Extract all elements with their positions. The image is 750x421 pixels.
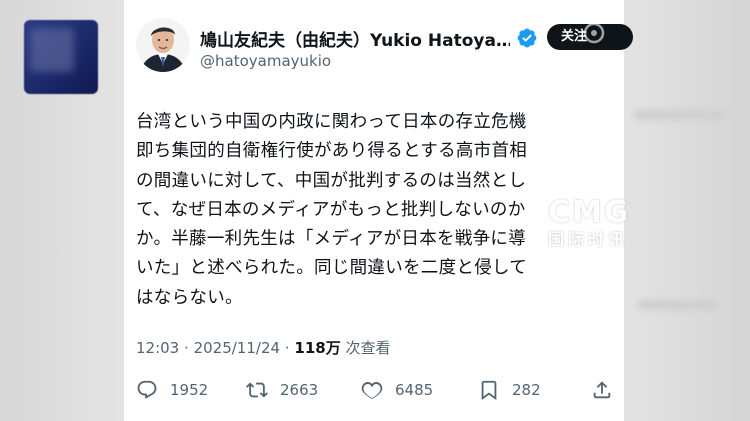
tweet-text-line: て、なぜ日本のメディアがもっと批判しないのか [136, 199, 526, 220]
tweet-time[interactable]: 12:03 [136, 339, 179, 357]
action-bar: 1952 2663 6485 282 [136, 375, 616, 405]
views-label: 次查看 [345, 339, 391, 357]
reply-count: 1952 [170, 381, 209, 399]
blurred-shape [638, 300, 718, 310]
tweet-text: 台湾という中国の内政に関わって日本の存立危機 即ち集団的自衛権行使があり得るとす… [136, 108, 606, 313]
background-right-blur [624, 0, 750, 421]
cmg-logo: CMG [548, 195, 631, 230]
author-handle[interactable]: @hatoyamayukio [200, 52, 331, 70]
like-count: 6485 [395, 381, 434, 399]
retweet-count: 2663 [280, 381, 319, 399]
cmg-subtitle: 国际时讯 [548, 230, 629, 249]
share-button[interactable] [591, 375, 613, 405]
blurred-shape [634, 110, 724, 120]
bookmark-count: 282 [512, 381, 541, 399]
avatar-photo [136, 18, 190, 72]
views-count: 118万 [294, 339, 341, 357]
channel-logo-icon [583, 22, 605, 44]
meta-separator: · [284, 339, 290, 357]
share-icon [593, 381, 611, 399]
background-left-blur [0, 0, 124, 421]
tweet-text-line: 即ち集団的自衛権行使があり得るとする高市首相 [136, 141, 528, 162]
retweet-icon [246, 382, 268, 398]
author-name[interactable]: 鳩山友紀夫（由紀夫）Yukio Hatoya… [200, 26, 510, 51]
blurred-thumbnail-detail [30, 28, 74, 72]
tweet-meta: 12:03 · 2025/11/24 · 118万 次查看 [136, 337, 391, 358]
reply-icon [137, 380, 157, 399]
top-watermark [583, 22, 605, 48]
like-button[interactable]: 6485 [361, 375, 433, 405]
tweet-text-line: いた」と述べられた。同じ間違いを二度と侵して [136, 258, 528, 279]
verified-badge-icon [517, 28, 537, 48]
tweet-text-line: の間違いに対して、中国が批判するのは当然とし [136, 170, 527, 191]
bookmark-button[interactable]: 282 [478, 375, 541, 405]
cmg-watermark: CMG 国际时讯 [548, 195, 631, 250]
tweet-date[interactable]: 2025/11/24 [194, 339, 280, 357]
tweet-text-line: か。半藤一利先生は「メディアが日本を戦争に導 [136, 229, 527, 250]
tweet-text-line: 台湾という中国の内政に関わって日本の存立危機 [136, 112, 527, 132]
heart-icon [361, 382, 383, 399]
reply-button[interactable]: 1952 [136, 375, 208, 405]
retweet-button[interactable]: 2663 [246, 375, 318, 405]
avatar[interactable] [136, 18, 190, 72]
tweet-text-line: はならない。 [136, 287, 243, 308]
bookmark-icon [481, 380, 497, 401]
meta-separator: · [184, 339, 189, 357]
